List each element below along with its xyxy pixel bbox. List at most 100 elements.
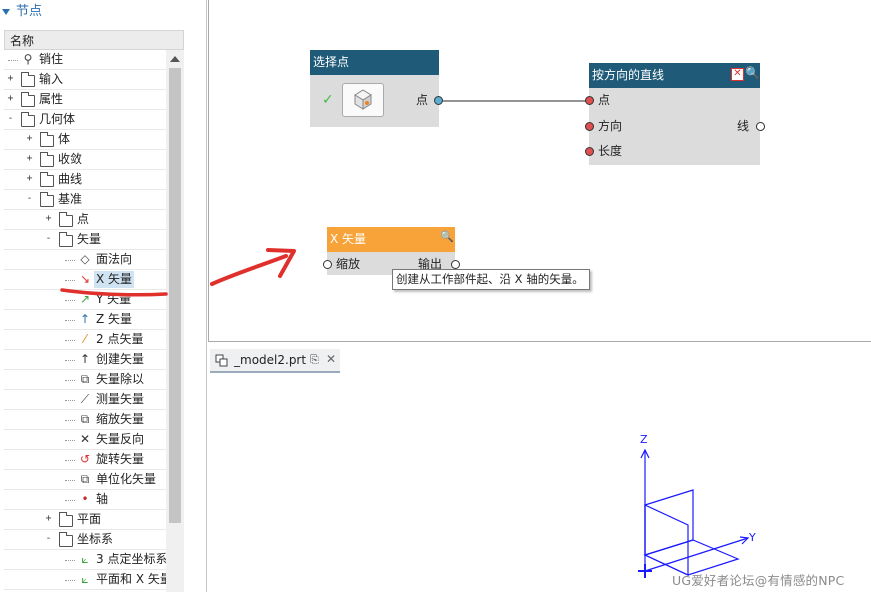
tree-item[interactable]: ↑ 创建矢量 xyxy=(4,350,166,370)
watermark: UG爱好者论坛@有情感的NPC xyxy=(672,573,845,588)
collapse-icon[interactable]: - xyxy=(45,534,52,544)
tree-item[interactable]: • 轴 xyxy=(4,490,166,510)
tree-item[interactable]: ⚲ 销住 xyxy=(4,50,166,70)
unitize-vector-icon: ⧉ xyxy=(80,472,90,486)
tree-connector xyxy=(65,360,75,361)
tree-connector xyxy=(65,500,75,501)
tree-connector xyxy=(8,60,18,61)
folder-icon xyxy=(59,212,73,227)
tree-item[interactable]: + 输入 xyxy=(4,70,166,90)
tree-item[interactable]: - 矢量 xyxy=(4,230,166,250)
output-label-point: 点 xyxy=(416,93,429,107)
datum-csys-graphic: Z Y xyxy=(638,433,756,578)
node-header[interactable]: X 矢量 xyxy=(327,227,455,252)
output-port-line[interactable] xyxy=(756,122,765,131)
close-tab-icon[interactable]: ✕ xyxy=(326,352,336,366)
tree-item-label: 曲线 xyxy=(58,172,83,186)
measure-vector-icon: ⟋ xyxy=(80,392,90,406)
expand-icon[interactable]: + xyxy=(7,74,14,84)
node-panel: 节点 名称 ⚲ 销住 + 输入 + 属性 - 几何体 + 体 + 收敛 + 曲线 - 基准 + 点 - 矢量 ◇ 面法向 ↘… xyxy=(0,0,207,592)
rotate-vector-icon: ↺ xyxy=(79,452,91,466)
tree-item-label: 点 xyxy=(77,212,90,226)
tree-item[interactable]: - 基准 xyxy=(4,190,166,210)
tree-connector xyxy=(65,440,75,441)
expand-icon[interactable]: + xyxy=(26,174,33,184)
two-point-vector-icon: ⁄ xyxy=(83,332,86,346)
tree-item[interactable]: + 收敛 xyxy=(4,150,166,170)
tree-item[interactable]: ◇ 面法向 xyxy=(4,250,166,270)
tree-item-label: 平面和 X 矢量 xyxy=(96,572,166,586)
tree-item[interactable]: ⟋ 测量矢量 xyxy=(4,390,166,410)
search-icon[interactable]: 🔍 xyxy=(745,66,760,80)
document-tab-bar: _model2.prt ⎘ ✕ xyxy=(208,347,871,375)
tree-item[interactable]: + 曲线 xyxy=(4,170,166,190)
node-line-along-direction[interactable]: 按方向的直线 ✕ 🔍 点 方向 长度 线 xyxy=(585,63,765,165)
tree-scrollbar[interactable] xyxy=(166,50,184,592)
node-x-vector[interactable]: X 矢量 🔍 缩放 输出 xyxy=(323,227,460,275)
tree-item-label: 体 xyxy=(58,132,71,146)
collapse-icon[interactable]: - xyxy=(45,234,52,244)
tree-item[interactable]: ⁄ 2 点矢量 xyxy=(4,330,166,350)
tree-item[interactable]: ⧉ 单位化矢量 xyxy=(4,470,166,490)
collapse-icon[interactable]: - xyxy=(26,194,33,204)
tree-item[interactable]: ⟀ 平面和 X 矢量 xyxy=(4,570,166,590)
pin-icon: ⚲ xyxy=(23,52,33,66)
tree-item[interactable]: - 几何体 xyxy=(4,110,166,130)
tree-item[interactable]: + 属性 xyxy=(4,90,166,110)
input-port-scale[interactable] xyxy=(323,260,332,269)
tree-item[interactable]: ↑ Z 矢量 xyxy=(4,310,166,330)
tree-item-label: 2 点矢量 xyxy=(96,332,144,346)
tree-item-label: 旋转矢量 xyxy=(96,452,145,466)
collapse-caret-icon[interactable] xyxy=(2,9,10,15)
part-file-icon xyxy=(215,354,228,367)
tree-connector xyxy=(65,260,75,261)
search-icon[interactable]: 🔍 xyxy=(440,230,454,243)
tree-item[interactable]: + 点 xyxy=(4,210,166,230)
y-vector-icon: ↗ xyxy=(79,292,91,306)
node-header[interactable]: 选择点 xyxy=(310,50,439,75)
reverse-vector-icon: ✕ xyxy=(79,432,91,446)
x-vector-icon: ↘ xyxy=(79,272,91,286)
tree-connector xyxy=(65,420,75,421)
tooltip: 创建从工作部件起、沿 X 轴的矢量。 xyxy=(392,269,590,290)
tree-item[interactable]: ↺ 旋转矢量 xyxy=(4,450,166,470)
tree-item[interactable]: ↘ X 矢量 xyxy=(4,270,166,290)
panel-header[interactable]: 节点 xyxy=(0,0,206,24)
close-node-icon[interactable]: ✕ xyxy=(731,68,744,81)
tree-item[interactable]: - 坐标系 xyxy=(4,530,166,550)
tree-item[interactable]: ↗ Y 矢量 xyxy=(4,290,166,310)
scroll-thumb[interactable] xyxy=(169,68,181,523)
expand-icon[interactable]: + xyxy=(45,514,52,524)
tree-item[interactable]: + 体 xyxy=(4,130,166,150)
collapse-icon[interactable]: - xyxy=(7,114,14,124)
input-label-length: 长度 xyxy=(598,144,623,158)
column-header-name[interactable]: 名称 xyxy=(4,30,184,50)
folder-icon xyxy=(21,92,35,107)
input-port-length[interactable] xyxy=(585,147,594,156)
input-port-point[interactable] xyxy=(585,96,594,105)
output-port-output[interactable] xyxy=(451,260,460,269)
save-icon[interactable]: ⎘ xyxy=(310,353,319,367)
expand-icon[interactable]: + xyxy=(26,154,33,164)
tree-item[interactable]: ⧉ 缩放矢量 xyxy=(4,410,166,430)
expand-icon[interactable]: + xyxy=(45,214,52,224)
node-select-point[interactable]: 选择点 ✓ 点 xyxy=(310,50,443,127)
node-graph-canvas[interactable]: 选择点 ✓ 点 按方向的直线 ✕ 🔍 点 方向 长度 线 X 矢量 🔍 缩放 输… xyxy=(208,0,871,342)
expand-icon[interactable]: + xyxy=(7,94,14,104)
point-select-button[interactable] xyxy=(342,83,384,117)
scroll-up-icon[interactable] xyxy=(170,56,180,62)
expand-icon[interactable]: + xyxy=(26,134,33,144)
tree-item-label: 测量矢量 xyxy=(96,392,145,406)
input-label-scale: 缩放 xyxy=(336,257,361,271)
tree-connector xyxy=(65,460,75,461)
tree-item-label: 面法向 xyxy=(96,252,133,266)
output-port-point[interactable] xyxy=(434,96,443,105)
input-port-direction[interactable] xyxy=(585,122,594,131)
tree-item[interactable]: ⟀ 3 点定坐标系 xyxy=(4,550,166,570)
tree-item[interactable]: + 平面 xyxy=(4,510,166,530)
tab-model2[interactable]: _model2.prt ⎘ ✕ xyxy=(210,349,340,373)
csys-plane-x-icon: ⟀ xyxy=(81,572,89,586)
tree-item[interactable]: ⧉ 矢量除以 xyxy=(4,370,166,390)
model-viewport[interactable]: Z Y xyxy=(208,375,871,592)
tree-item[interactable]: ✕ 矢量反向 xyxy=(4,430,166,450)
